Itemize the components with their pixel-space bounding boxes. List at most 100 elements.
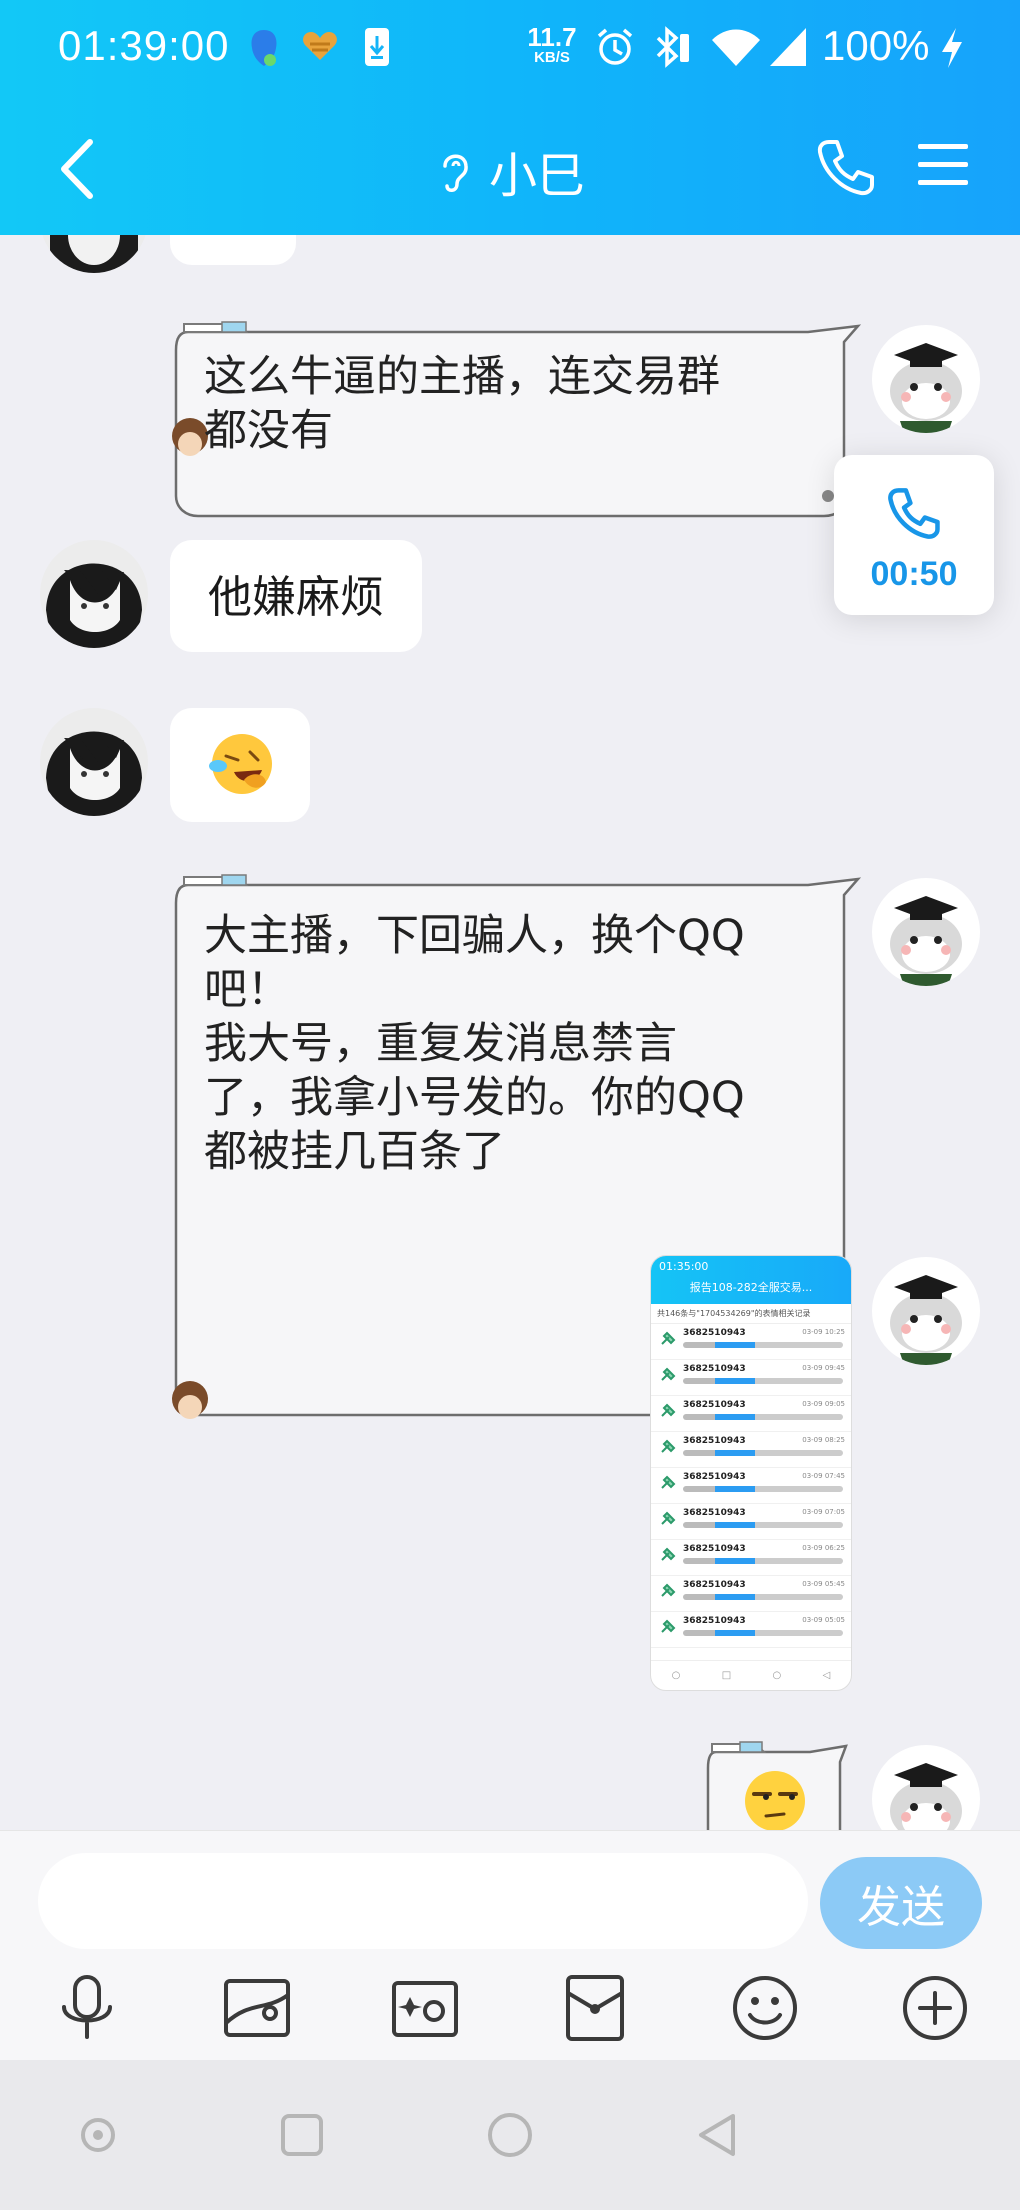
thumb-row-preview: [683, 1594, 843, 1600]
hamster-graduate-avatar: [872, 1257, 980, 1365]
thumb-row: 3682510943 03-09 07:45: [651, 1468, 851, 1504]
home-nav-icon[interactable]: [485, 2110, 535, 2160]
contact-avatar[interactable]: [40, 540, 148, 648]
thumb-row: 3682510943 03-09 07:05: [651, 1504, 851, 1540]
hamster-graduate-avatar: [872, 878, 980, 986]
thumb-row-id: 3682510943: [683, 1472, 746, 1482]
thumb-row-preview: [683, 1558, 843, 1564]
message-text: 大主播，下回骗人，换个QQ 吧！ 我大号，重复发消息禁言 了，我拿小号发的。你的…: [204, 911, 745, 1177]
signal-icon: [770, 28, 806, 66]
my-avatar[interactable]: [872, 1257, 980, 1365]
emoji-icon[interactable]: [728, 1971, 802, 2045]
hammer-icon: [661, 1367, 676, 1381]
message-bubble[interactable]: 他嫌麻烦: [170, 540, 422, 652]
message-bubble-partial[interactable]: [170, 235, 296, 265]
thumb-row-preview: [683, 1342, 843, 1348]
thumb-title: 报告108-282全服交易...: [689, 1281, 813, 1294]
recents-nav-icon[interactable]: [277, 2110, 327, 2160]
thumb-row-preview: [683, 1378, 843, 1384]
thumb-row-id: 3682510943: [683, 1580, 746, 1590]
thumb-row: 3682510943 03-09 10:25: [651, 1324, 851, 1360]
thumb-row-id: 3682510943: [683, 1544, 746, 1554]
mic-icon[interactable]: [50, 1971, 124, 2045]
back-nav-icon[interactable]: [693, 2110, 743, 2160]
hammer-icon: [661, 1511, 676, 1525]
download-icon: [365, 28, 389, 66]
contact-avatar[interactable]: [40, 708, 148, 816]
my-avatar[interactable]: [872, 878, 980, 986]
thumb-nav-square-icon: □: [721, 1670, 732, 1681]
plus-icon[interactable]: [898, 1971, 972, 2045]
hammer-icon: [661, 1439, 676, 1453]
chat-title: 小巳: [488, 148, 585, 204]
unamused-emoji-icon: [745, 1771, 805, 1830]
thumb-row-date: 03-09 09:45: [802, 1364, 845, 1372]
battery-percent: 100%: [822, 22, 930, 69]
thumb-row-date: 03-09 05:45: [802, 1580, 845, 1588]
thumb-row-id: 3682510943: [683, 1508, 746, 1518]
anime-boy-avatar: [40, 708, 148, 816]
status-time: 01:39:00: [58, 22, 230, 69]
input-area: 发送: [0, 1830, 1020, 2060]
camera-icon[interactable]: [388, 1971, 462, 2045]
contact-avatar[interactable]: [40, 235, 148, 273]
image-icon[interactable]: [220, 1971, 294, 2045]
menu-icon[interactable]: [916, 140, 970, 190]
hammer-icon: [661, 1475, 676, 1489]
thumb-row-preview: [683, 1630, 843, 1636]
message-bubble[interactable]: 这么牛逼的主播，连交易群 都没有: [168, 320, 868, 525]
thumb-row-id: 3682510943: [683, 1364, 746, 1374]
hammer-icon: [661, 1403, 676, 1417]
hammer-icon: [661, 1547, 676, 1561]
thumb-row-date: 03-09 09:05: [802, 1400, 845, 1408]
call-duration: 00:50: [870, 555, 958, 593]
thumb-row-date: 03-09 07:05: [802, 1508, 845, 1516]
ongoing-call-widget[interactable]: 00:50: [834, 455, 994, 615]
phone-icon[interactable]: [815, 136, 877, 198]
thumb-row-id: 3682510943: [683, 1616, 746, 1626]
send-button[interactable]: 发送: [820, 1857, 982, 1949]
thumb-row-preview: [683, 1414, 843, 1420]
system-nav-bar: [0, 2060, 1020, 2210]
hamster-graduate-avatar: [872, 325, 980, 433]
bluetooth-icon: [656, 26, 689, 68]
message-text: 他嫌麻烦: [208, 572, 384, 623]
thumb-row: 3682510943 03-09 06:25: [651, 1540, 851, 1576]
heart-icon: [303, 32, 337, 60]
thumb-header: 01:35:00 报告108-282全服交易...: [651, 1256, 851, 1304]
thumb-nav-circle-icon: ○: [671, 1670, 681, 1681]
thumb-row-date: 03-09 07:45: [802, 1472, 845, 1480]
thumb-row-date: 03-09 05:05: [802, 1616, 845, 1624]
assistant-nav-icon[interactable]: [73, 2110, 123, 2160]
thumb-row-date: 03-09 08:25: [802, 1436, 845, 1444]
anime-boy-avatar: [40, 540, 148, 648]
thumb-row: 3682510943 03-09 05:05: [651, 1612, 851, 1648]
thumb-nav: ○ □ ○ ◁: [651, 1660, 851, 1690]
net-speed-value: 11.7: [527, 22, 577, 52]
hammer-icon: [661, 1583, 676, 1597]
thumb-row-id: 3682510943: [683, 1400, 746, 1410]
thumb-row-id: 3682510943: [683, 1436, 746, 1446]
red-packet-icon[interactable]: [558, 1971, 632, 2045]
my-avatar[interactable]: [872, 1745, 980, 1830]
thumb-row-preview: [683, 1486, 843, 1492]
net-speed-unit: KB/S: [534, 49, 570, 66]
screenshot-image-message[interactable]: 01:35:00 报告108-282全服交易... 共146条与"1704534…: [650, 1255, 852, 1691]
thumb-row-preview: [683, 1450, 843, 1456]
nav-bar: 小巳: [0, 110, 1020, 225]
phone-icon: [888, 488, 940, 539]
message-input[interactable]: [38, 1853, 808, 1949]
emoji-bubble[interactable]: [170, 708, 310, 822]
my-avatar[interactable]: [872, 325, 980, 433]
net-speed: 11.7 KB/S: [524, 24, 580, 65]
header: 01:39:00 11.7 KB/S 100% 小巳: [0, 0, 1020, 235]
earpiece-icon[interactable]: [435, 146, 475, 196]
thumb-row-preview: [683, 1522, 843, 1528]
thumb-list: 3682510943 03-09 10:25 3682510943 03-09 09:…: [651, 1324, 851, 1648]
thumb-row: 3682510943 03-09 09:45: [651, 1360, 851, 1396]
emoji-bubble[interactable]: [700, 1740, 850, 1830]
laughing-cry-emoji-icon: [209, 734, 272, 794]
thumb-row: 3682510943 03-09 08:25: [651, 1432, 851, 1468]
charging-icon: [942, 28, 962, 68]
alarm-icon: [597, 28, 633, 65]
